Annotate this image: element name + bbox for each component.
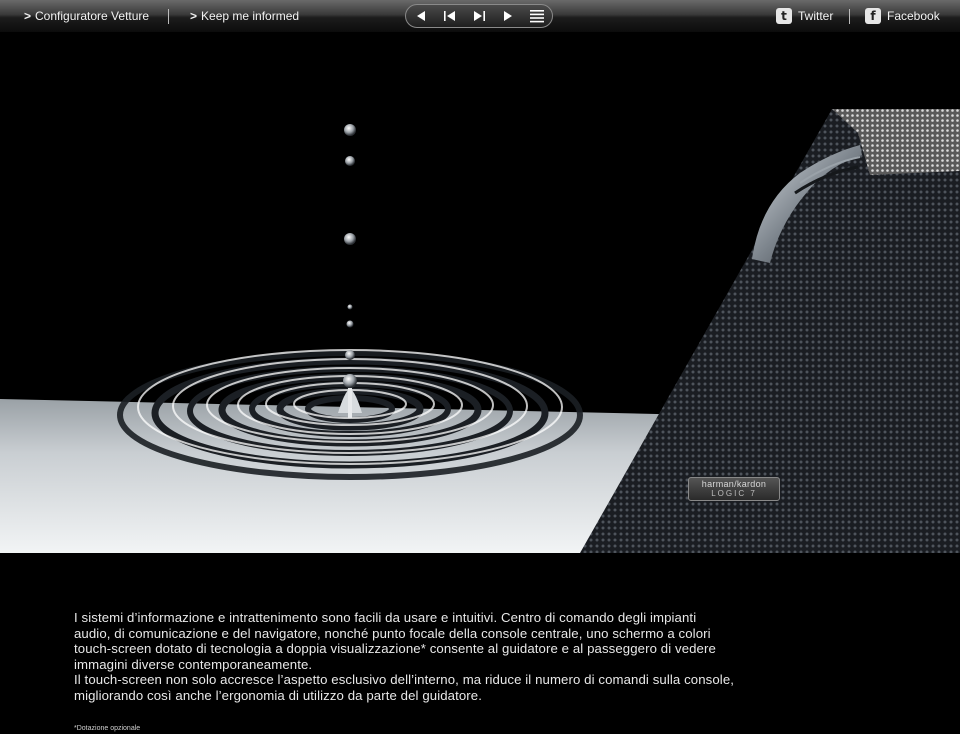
last-page-button[interactable] [464, 5, 494, 27]
footnote: *Dotazione opzionale [74, 725, 141, 732]
keep-me-informed-link[interactable]: > Keep me informed [190, 0, 299, 32]
skip-end-icon [474, 11, 485, 21]
description-paragraph-1: I sistemi d’informazione e intrattenimen… [74, 610, 716, 672]
configuratore-vetture-label: Configuratore Vetture [35, 9, 150, 23]
badge-model: LOGIC 7 [711, 489, 757, 498]
first-page-button[interactable] [435, 5, 465, 27]
menu-icon [530, 9, 544, 22]
top-bar: > Configuratore Vetture > Keep me informed [0, 0, 960, 33]
harman-kardon-badge: harman/kardon LOGIC 7 [688, 477, 780, 501]
arrow-left-icon [417, 11, 425, 21]
skip-start-icon [444, 11, 455, 21]
badge-brand: harman/kardon [701, 479, 767, 489]
separator [168, 9, 169, 24]
menu-button[interactable] [522, 5, 552, 27]
keep-me-informed-label: Keep me informed [201, 9, 300, 23]
previous-page-button[interactable] [406, 5, 436, 27]
separator [849, 9, 850, 24]
arrow-right-icon [504, 11, 512, 21]
configuratore-vetture-link[interactable]: > Configuratore Vetture [24, 0, 149, 32]
link-arrow: > [24, 9, 32, 23]
next-page-button[interactable] [493, 5, 523, 27]
page-navigation [405, 4, 553, 28]
facebook-icon: f [865, 8, 881, 24]
twitter-icon: t [776, 8, 792, 24]
facebook-label: Facebook [887, 9, 940, 23]
water-drop-speaker-illustration [0, 109, 960, 553]
description-paragraph-2: Il touch-screen non solo accresce l’aspe… [74, 672, 735, 703]
hero-image: harman/kardon LOGIC 7 [0, 33, 960, 553]
twitter-label: Twitter [798, 9, 834, 23]
facebook-link[interactable]: f Facebook [865, 0, 940, 32]
link-arrow: > [190, 9, 198, 23]
description-text: I sistemi d’informazione e intrattenimen… [74, 610, 734, 703]
twitter-link[interactable]: t Twitter [776, 0, 833, 32]
